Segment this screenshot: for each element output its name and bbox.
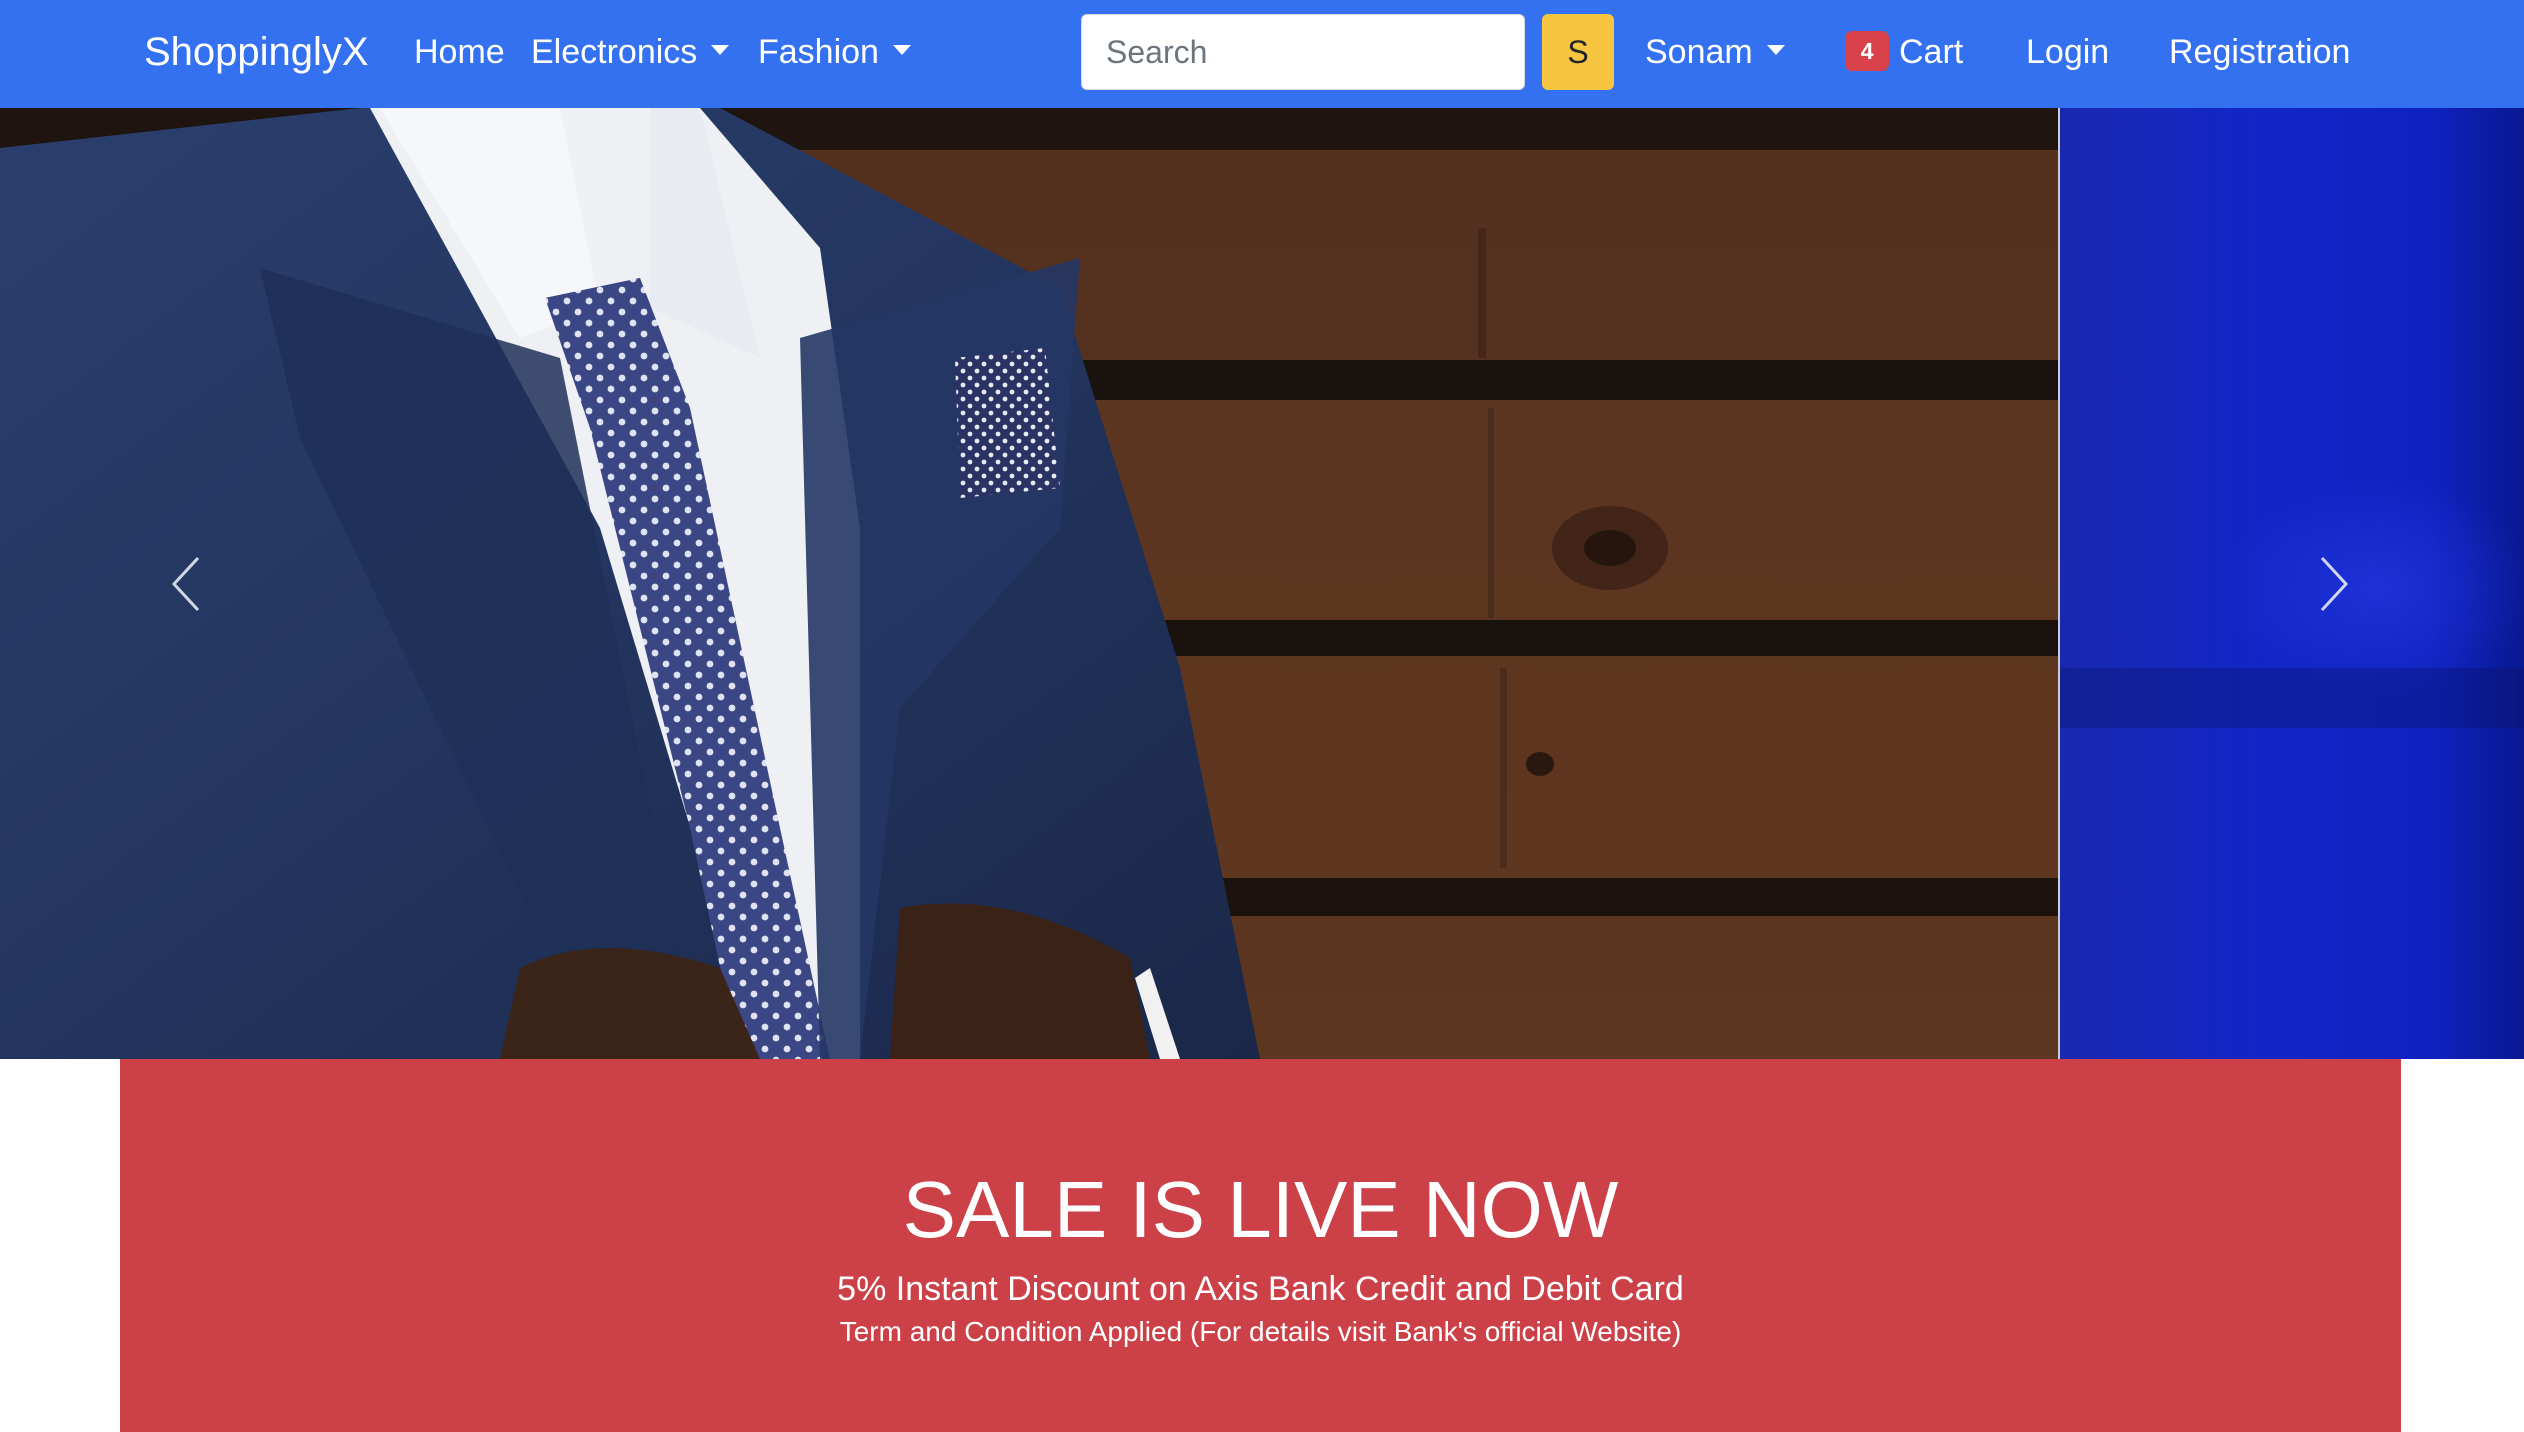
chevron-left-icon xyxy=(171,556,200,611)
nav-electronics-label: Electronics xyxy=(531,33,698,71)
sale-terms: Term and Condition Applied (For details … xyxy=(839,1316,1682,1347)
search-input[interactable] xyxy=(1081,14,1525,90)
chevron-down-icon xyxy=(1766,45,1785,56)
cart-label: Cart xyxy=(1899,33,1964,71)
carousel-prev-button[interactable] xyxy=(126,108,246,1059)
sale-banner: SALE IS LIVE NOW 5% Instant Discount on … xyxy=(120,1059,2401,1432)
nav-home-link[interactable]: Home xyxy=(414,0,505,108)
carousel-slide-image xyxy=(0,108,2058,1059)
cart-count-badge: 4 xyxy=(1845,31,1889,72)
nav-fashion-label: Fashion xyxy=(758,33,879,71)
login-link[interactable]: Login xyxy=(2026,0,2109,108)
user-name-label: Sonam xyxy=(1645,33,1753,71)
cart-link[interactable]: 4 Cart xyxy=(1845,0,1963,108)
chevron-down-icon xyxy=(892,45,911,56)
chevron-right-icon xyxy=(2320,556,2349,611)
nav-fashion-dropdown[interactable]: Fashion xyxy=(758,0,911,108)
hero-carousel xyxy=(0,108,2524,1059)
user-menu-dropdown[interactable]: Sonam xyxy=(1645,0,1785,108)
brand-logo[interactable]: ShoppinglyX xyxy=(144,0,369,108)
sale-subtitle: 5% Instant Discount on Axis Bank Credit … xyxy=(837,1270,1684,1308)
chevron-down-icon xyxy=(711,45,730,56)
top-navbar: ShoppinglyX Home Electronics Fashion S S… xyxy=(0,0,2524,108)
nav-electronics-dropdown[interactable]: Electronics xyxy=(531,0,730,108)
registration-link[interactable]: Registration xyxy=(2169,0,2350,108)
search-button[interactable]: S xyxy=(1542,14,1614,90)
sale-title: SALE IS LIVE NOW xyxy=(902,1165,1619,1254)
carousel-next-button[interactable] xyxy=(2274,108,2394,1059)
